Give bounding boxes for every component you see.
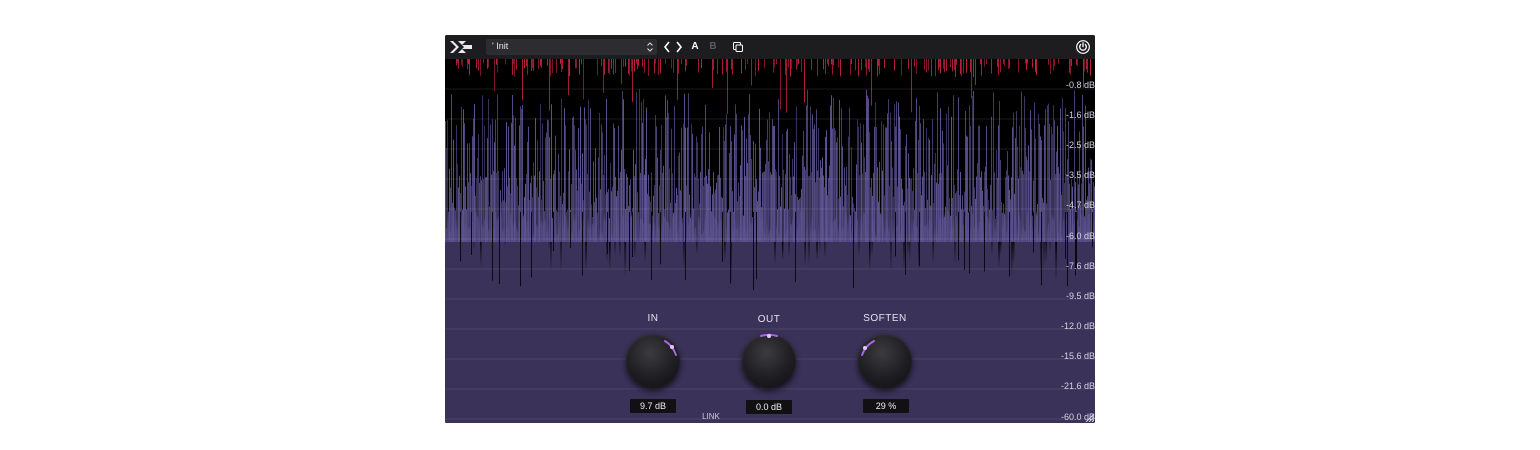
out-knob-indicator bbox=[760, 333, 778, 338]
chevron-left-icon bbox=[663, 41, 670, 53]
power-icon[interactable] bbox=[1075, 39, 1091, 55]
soften-knob-indicator bbox=[861, 340, 875, 356]
preset-selector[interactable]: ' Init bbox=[486, 39, 657, 55]
soften-label: SOFTEN bbox=[863, 313, 907, 324]
previous-preset-button[interactable] bbox=[662, 39, 672, 55]
in-control: IN 9.7 dB bbox=[618, 311, 688, 421]
soften-knob[interactable] bbox=[858, 334, 912, 388]
next-preset-button[interactable] bbox=[674, 39, 684, 55]
copy-icon bbox=[733, 42, 743, 52]
in-knob-indicator bbox=[664, 340, 677, 356]
db-scale-label: -12.0 dB bbox=[1060, 321, 1095, 331]
soften-control: SOFTEN 29 % bbox=[850, 311, 920, 421]
db-scale-label: -9.5 dB bbox=[1065, 291, 1095, 301]
chevron-right-icon bbox=[676, 41, 683, 53]
in-knob[interactable] bbox=[626, 334, 680, 388]
db-scale-label: -2.5 dB bbox=[1065, 140, 1095, 150]
out-label: OUT bbox=[757, 314, 781, 325]
db-scale-label: -21.6 dB bbox=[1060, 381, 1095, 391]
soften-value[interactable]: 29 % bbox=[863, 399, 909, 413]
db-scale-label: -0.8 dB bbox=[1065, 80, 1095, 90]
link-label: LINK bbox=[702, 412, 720, 421]
copy-button[interactable] bbox=[731, 39, 745, 55]
out-value[interactable]: 0.0 dB bbox=[746, 400, 792, 414]
out-knob[interactable] bbox=[742, 333, 796, 388]
in-label: IN bbox=[647, 313, 659, 324]
in-value[interactable]: 9.7 dB bbox=[630, 399, 676, 413]
logo-icon bbox=[450, 41, 472, 53]
waveform-display: -0.8 dB -1.6 dB -2.5 dB -3.5 dB -4.7 dB … bbox=[445, 59, 1095, 423]
resize-grip-icon[interactable] bbox=[1084, 412, 1094, 422]
db-scale-label: -1.6 dB bbox=[1065, 110, 1095, 120]
db-scale-label: -4.7 dB bbox=[1065, 200, 1095, 210]
ab-b-button[interactable]: B bbox=[708, 39, 718, 55]
out-control: OUT 0.0 dB bbox=[734, 311, 804, 421]
top-toolbar: ' Init A B bbox=[445, 35, 1095, 59]
db-scale-label: -15.6 dB bbox=[1060, 351, 1095, 361]
plugin-window: ' Init A B -0.8 dB -1.6 dB -2.5 dB -3.5 … bbox=[445, 35, 1095, 423]
db-scale-label: -3.5 dB bbox=[1065, 170, 1095, 180]
updown-icon bbox=[647, 42, 653, 52]
db-scale-label: -6.0 dB bbox=[1065, 231, 1095, 241]
preset-name: ' Init bbox=[492, 41, 509, 51]
db-scale-label: -7.6 dB bbox=[1065, 261, 1095, 271]
ab-a-button[interactable]: A bbox=[690, 39, 700, 55]
